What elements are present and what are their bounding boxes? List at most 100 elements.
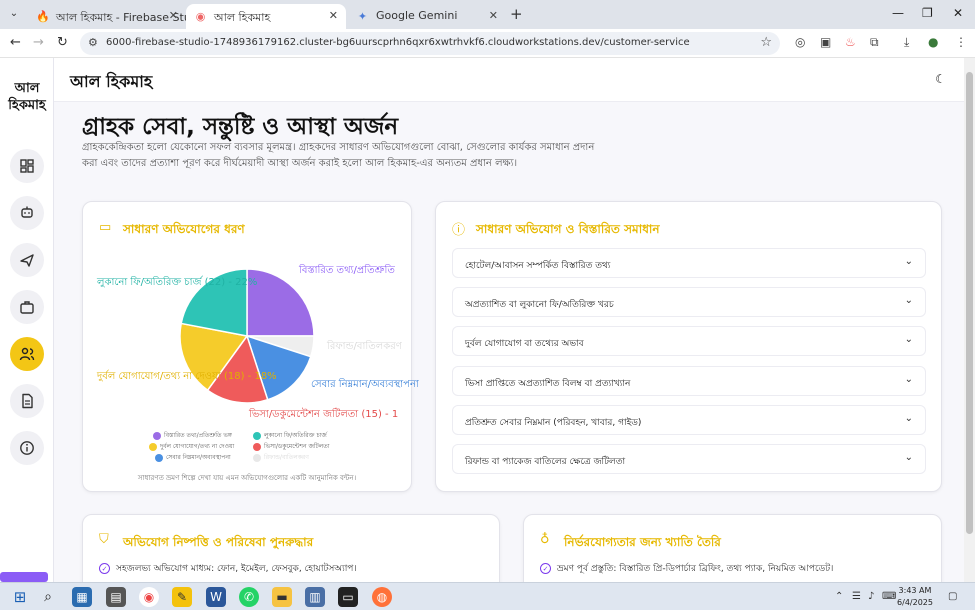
trust-list-item: ✓ ভ্রমণ পূর্ব প্রস্তুতি: বিস্তারিত প্রি-ড… — [540, 561, 833, 576]
accordion-item-service-quality[interactable]: প্রতিশ্রুত সেবার নিম্নমান (পরিবহন, খাবার… — [452, 405, 926, 435]
legend-item-details: বিস্তারিত তথ্য/প্রতিশ্রুতি ভঙ্গ — [153, 430, 232, 441]
taskbar-clock[interactable]: 3:43 AM 6/4/2025 — [895, 585, 935, 609]
chevron-down-icon: ⌄ — [904, 374, 913, 385]
cast-icon[interactable]: ▣ — [820, 35, 831, 49]
browser-toolbar: ← → ↻ ⚙ 6000-firebase-studio-17489361791… — [0, 29, 975, 58]
pie-label-service-quality: সেবার নিম্নমান/অব্যবস্থাপনা — [311, 379, 419, 390]
sidebar-item-customer-service[interactable] — [10, 337, 44, 371]
message-square-icon: ▭ — [99, 220, 112, 235]
accordion-item-hidden-fees[interactable]: অপ্রত্যাশিত বা লুকানো ফি/অতিরিক্ত খরচ ⌄ — [452, 287, 926, 317]
pie-label-details: বিস্তারিত তথ্য/প্রতিশ্রুতি — [299, 265, 395, 276]
legend-swatch — [149, 442, 157, 451]
browser-tab-firebase[interactable]: 🔥 আল হিকমাহ - Firebase Studio ✕ — [28, 4, 186, 29]
firefox-icon[interactable]: ◍ — [372, 587, 392, 607]
search-icon[interactable]: ⌕ — [38, 587, 58, 607]
download-icon[interactable]: ⤓ — [904, 35, 909, 50]
pie-label-communication: দুর্বল যোগাযোগ/তথ্য না দেওয়া (18) - 18% — [97, 371, 277, 382]
accordion-item-communication[interactable]: দুর্বল যোগাযোগ বা তথ্যের অভাব ⌄ — [452, 326, 926, 356]
sidebar-item-dashboard[interactable] — [10, 149, 44, 183]
pie-label-hidden-fees: লুকানো ফি/অতিরিক্ত চার্জ (22) - 22% — [97, 277, 258, 288]
restore-icon[interactable]: ❐ — [922, 6, 933, 20]
calculator-icon[interactable]: ▤ — [106, 587, 126, 607]
sidebar-item-documents[interactable] — [10, 384, 44, 418]
chevron-down-icon: ⌄ — [904, 413, 913, 424]
forward-icon[interactable]: → — [33, 35, 44, 50]
accordion-item-visa[interactable]: ভিসা প্রাপ্তিতে অপ্রত্যাশিত বিলম্ব বা প্… — [452, 366, 926, 396]
store-icon[interactable]: ▦ — [72, 587, 92, 607]
chevron-down-icon: ⌄ — [904, 334, 913, 345]
accordion-item-hotel[interactable]: হোটেল/আবাসন সম্পর্কিত বিস্তারিত তথ্য ⌄ — [452, 248, 926, 278]
terminal-icon[interactable]: ▭ — [338, 587, 358, 607]
close-icon[interactable]: ✕ — [169, 9, 178, 22]
profile-avatar[interactable]: ● — [928, 35, 938, 49]
network-icon[interactable]: ☰ — [852, 591, 861, 602]
shield-check-icon: ⛉ — [99, 532, 109, 547]
chrome-icon[interactable]: ◉ — [139, 587, 159, 607]
lens-icon[interactable]: ◎ — [795, 35, 805, 49]
complaint-types-title: সাধারণ অভিযোগের ধরণ — [123, 222, 245, 236]
extensions-icon[interactable]: ⧉ — [870, 35, 879, 50]
legend-swatch — [253, 431, 261, 440]
menu-dots-icon[interactable]: ⋮ — [955, 35, 967, 49]
site-info-icon[interactable]: ⚙ — [88, 36, 98, 49]
chat-bot-icon — [21, 206, 33, 218]
tray-chevron-icon[interactable]: ⌃ — [835, 591, 843, 602]
sidebar-item-travel[interactable] — [10, 243, 44, 277]
word-icon[interactable]: W — [206, 587, 226, 607]
tab-search-icon[interactable]: ⌄ — [5, 5, 23, 23]
info-icon — [20, 441, 34, 455]
volume-icon[interactable]: ♪ — [868, 591, 874, 602]
briefcase-icon — [20, 301, 34, 314]
legend-item-service-quality: সেবার নিম্নমান/অব্যবস্থাপনা — [155, 452, 231, 463]
pie-label-visa: ভিসা/ডকুমেন্টেশন জটিলতা (15) - 1 — [249, 409, 399, 420]
legend-swatch — [253, 442, 261, 451]
complaint-types-card: ▭ সাধারণ অভিযোগের ধরণ বিস্তারিত তথ্য/প্র… — [82, 201, 419, 492]
check-circle-icon: ✓ — [99, 563, 110, 574]
sidebar-item-business[interactable] — [10, 290, 44, 324]
browser-tab-active[interactable]: ◉ আল হিকমাহ ✕ — [186, 4, 346, 29]
extension-fire-icon[interactable]: ♨ — [845, 35, 856, 49]
legend-swatch — [253, 453, 261, 462]
document-icon — [22, 393, 33, 409]
sticky-notes-icon[interactable]: ✎ — [172, 587, 192, 607]
app-icon: ◉ — [195, 10, 206, 23]
legend-item-hidden-fees: লুকানো ফি/অতিরিক্ত চার্জ — [253, 430, 327, 441]
sidebar-collapse-handle[interactable] — [0, 572, 48, 582]
header-brand[interactable]: আল হিকমাহ — [70, 69, 152, 96]
plane-icon — [20, 254, 34, 267]
award-icon: ♁ — [540, 532, 550, 547]
reload-icon[interactable]: ↻ — [57, 35, 68, 50]
theme-toggle-moon-icon[interactable]: ☾ — [935, 72, 946, 86]
bookmark-star-icon[interactable]: ☆ — [760, 35, 772, 50]
app-logo[interactable]: আল হিকমাহ — [4, 80, 50, 114]
whatsapp-icon[interactable]: ✆ — [239, 587, 259, 607]
file-explorer-icon[interactable]: ▬ — [272, 587, 292, 607]
close-icon[interactable]: ✕ — [329, 9, 338, 22]
legend-item-communication: দুর্বল যোগাযোগ/তথ্য না দেওয়া — [149, 441, 234, 452]
network-app-icon[interactable]: ▥ — [305, 587, 325, 607]
check-circle-icon: ✓ — [540, 563, 551, 574]
dashboard-icon — [20, 159, 34, 173]
minimize-icon[interactable]: — — [892, 6, 904, 20]
sidebar-item-info[interactable] — [10, 431, 44, 465]
trust-title: নির্ভরযোগ্যতার জন্য খ্যাতি তৈরি — [564, 535, 721, 549]
notifications-icon[interactable]: ▢ — [948, 591, 957, 602]
sidebar-item-chatbot[interactable] — [10, 196, 44, 230]
legend-swatch — [153, 431, 161, 440]
app-sidebar: আল হিকমাহ — [0, 58, 54, 582]
address-bar[interactable]: ⚙ 6000-firebase-studio-1748936179162.clu… — [80, 32, 780, 55]
close-icon[interactable]: ✕ — [489, 9, 498, 22]
scrollbar-thumb[interactable] — [966, 72, 973, 534]
windows-start-icon[interactable]: ⊞ — [10, 587, 30, 607]
page-scrollbar[interactable] — [964, 58, 975, 582]
accordion-item-refund[interactable]: রিফান্ড বা প্যাকেজ বাতিলের ক্ষেত্রে জটিল… — [452, 444, 926, 474]
legend-item-refund: রিফান্ড/বাতিলকরণ — [253, 452, 309, 463]
new-tab-button[interactable]: + — [510, 5, 523, 23]
page-description: গ্রাহককেন্দ্রিকতা হলো যেকোনো সফল ব্যবসার… — [82, 142, 595, 169]
legend-swatch — [155, 453, 163, 462]
windows-taskbar: ⊞ ⌕ ▦ ▤ ◉ ✎ W ✆ ▬ ▥ ▭ ◍ ⌃ ☰ ♪ ⌨ 3:43 AM … — [0, 582, 975, 610]
window-close-icon[interactable]: ✕ — [953, 6, 963, 20]
chevron-down-icon: ⌄ — [904, 452, 913, 463]
back-icon[interactable]: ← — [10, 35, 21, 50]
browser-tab-gemini[interactable]: ✦ Google Gemini ✕ — [348, 4, 506, 29]
